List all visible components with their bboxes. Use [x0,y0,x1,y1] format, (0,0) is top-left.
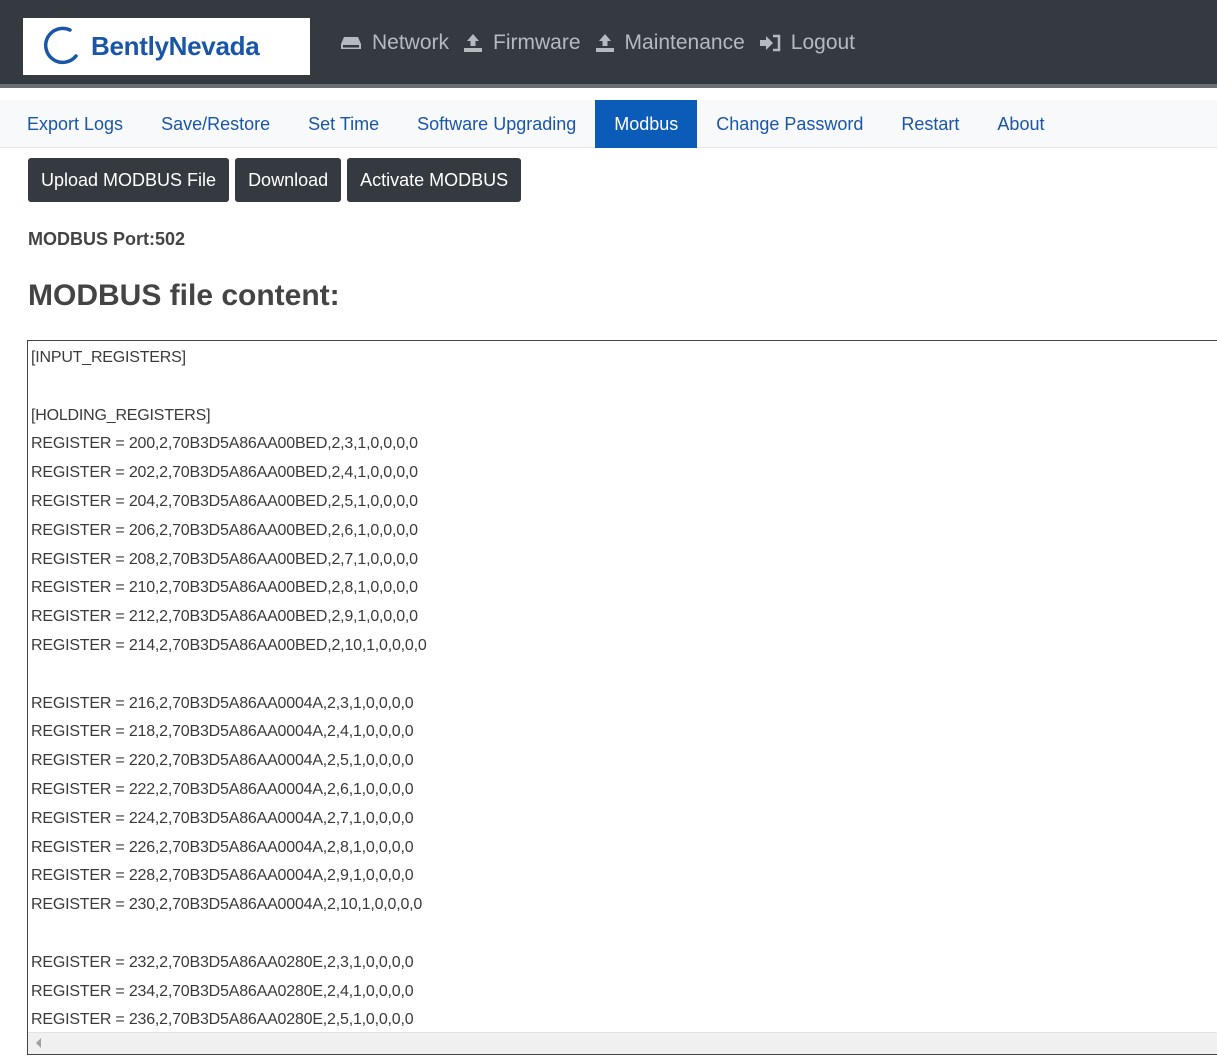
nav-maintenance-label: Maintenance [624,31,745,54]
scroll-left-icon[interactable] [36,1038,41,1048]
file-line: REGISTER = 222,2,70B3D5A86AA0004A,2,6,1,… [31,780,414,798]
file-line: REGISTER = 228,2,70B3D5A86AA0004A,2,9,1,… [31,867,414,885]
file-line: REGISTER = 236,2,70B3D5A86AA0280E,2,5,1,… [31,1011,414,1029]
file-line: REGISTER = 220,2,70B3D5A86AA0004A,2,5,1,… [31,752,414,770]
page-title: MODBUS file content: [28,279,340,312]
brand-name: BentlyNevada [91,31,260,61]
file-line: REGISTER = 208,2,70B3D5A86AA00BED,2,7,1,… [31,550,418,568]
file-line: REGISTER = 214,2,70B3D5A86AA00BED,2,10,1… [31,636,427,654]
file-line: REGISTER = 218,2,70B3D5A86AA0004A,2,4,1,… [31,723,414,741]
file-line: REGISTER = 206,2,70B3D5A86AA00BED,2,6,1,… [31,521,418,539]
tab-restart[interactable]: Restart [882,100,978,148]
file-line: [HOLDING_REGISTERS] [31,406,211,424]
file-line: REGISTER = 200,2,70B3D5A86AA00BED,2,3,1,… [31,435,418,453]
tab-export-logs[interactable]: Export Logs [0,100,142,148]
nav-network-label: Network [372,31,450,54]
tab-modbus[interactable]: Modbus [595,100,698,148]
sign-out-icon [759,34,781,52]
file-line [31,920,427,949]
file-lines: [INPUT_REGISTERS] [HOLDING_REGISTERS] REGI… [31,344,427,1035]
nav-network[interactable]: Network [340,31,449,55]
download-button[interactable]: Download [235,158,342,202]
file-line: REGISTER = 224,2,70B3D5A86AA0004A,2,7,1,… [31,809,414,827]
file-line [31,373,427,402]
bently-logo-icon [44,26,78,65]
nav-firmware[interactable]: Firmware [463,31,581,55]
activate-modbus-button[interactable]: Activate MODBUS [347,158,522,202]
maintenance-tabs: Export Logs Save/Restore Set Time Softwa… [0,100,1217,148]
file-line: REGISTER = 226,2,70B3D5A86AA0004A,2,8,1,… [31,838,414,856]
top-navbar: BentlyNevada Network Firmware Maintenanc… [0,0,1217,88]
horizontal-scrollbar[interactable] [28,1032,1217,1054]
upload-modbus-file-button[interactable]: Upload MODBUS File [28,158,230,202]
file-line: REGISTER = 204,2,70B3D5A86AA00BED,2,5,1,… [31,492,418,510]
brand-logo[interactable]: BentlyNevada [23,18,310,75]
file-line: REGISTER = 202,2,70B3D5A86AA00BED,2,4,1,… [31,464,418,482]
upload-icon [595,34,614,52]
modbus-file-content[interactable]: [INPUT_REGISTERS] [HOLDING_REGISTERS] REGI… [27,340,1217,1055]
nav-logout[interactable]: Logout [759,31,855,55]
file-line: REGISTER = 230,2,70B3D5A86AA0004A,2,10,1… [31,896,423,914]
tab-software-upgrading[interactable]: Software Upgrading [398,100,595,148]
file-line: [INPUT_REGISTERS] [31,349,186,366]
file-line: REGISTER = 216,2,70B3D5A86AA0004A,2,3,1,… [31,694,414,712]
file-line: REGISTER = 232,2,70B3D5A86AA0280E,2,3,1,… [31,953,414,971]
top-nav: Network Firmware Maintenance Logout [340,31,869,55]
file-line: REGISTER = 212,2,70B3D5A86AA00BED,2,9,1,… [31,608,418,626]
tab-about[interactable]: About [978,100,1063,148]
file-line: REGISTER = 234,2,70B3D5A86AA0280E,2,4,1,… [31,982,414,1000]
tab-set-time[interactable]: Set Time [289,100,398,148]
modbus-actions: Upload MODBUS File Download Activate MOD… [28,158,527,202]
nav-maintenance[interactable]: Maintenance [595,31,745,55]
file-line: REGISTER = 210,2,70B3D5A86AA00BED,2,8,1,… [31,579,418,597]
hdd-icon [341,37,361,49]
nav-logout-label: Logout [790,31,856,54]
upload-icon [464,34,483,52]
file-line [31,661,427,690]
tab-change-password[interactable]: Change Password [697,100,882,148]
tab-save-restore[interactable]: Save/Restore [142,100,289,148]
nav-firmware-label: Firmware [493,31,581,54]
modbus-port-label: MODBUS Port:502 [28,229,186,249]
